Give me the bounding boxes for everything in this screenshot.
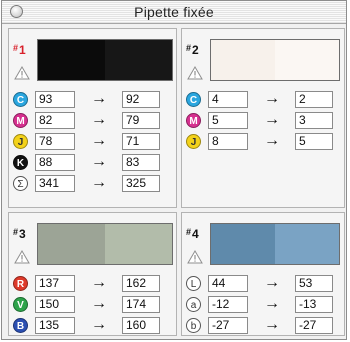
before-value: 82 bbox=[35, 112, 75, 129]
yellow-channel-icon: J bbox=[13, 134, 28, 149]
value-row: a -12 → -13 bbox=[184, 295, 344, 316]
warning-icon bbox=[14, 66, 30, 80]
after-value: 5 bbox=[295, 133, 333, 150]
value-row: C 93 → 92 bbox=[11, 90, 171, 111]
sampler-number: #4 bbox=[186, 227, 199, 241]
after-value: 325 bbox=[122, 175, 160, 192]
a-channel-icon: a bbox=[186, 297, 201, 312]
arrow-icon: → bbox=[91, 90, 107, 107]
after-value: 2 bbox=[295, 91, 333, 108]
red-channel-icon: R bbox=[13, 276, 28, 291]
before-value: -12 bbox=[208, 296, 248, 313]
arrow-icon: → bbox=[264, 316, 280, 333]
cyan-channel-icon: C bbox=[186, 92, 201, 107]
arrow-icon: → bbox=[264, 295, 280, 312]
before-value: 4 bbox=[208, 91, 248, 108]
before-value: 135 bbox=[35, 317, 75, 334]
sampler-panel-3: #3 R 137 → 162 V 150 → 174 B 135 → 160 bbox=[8, 212, 177, 336]
pipette-window: Pipette fixée #1 C 93 → 92 M 82 → 79 J 78 → 71 K 88 → 8… bbox=[1, 0, 347, 340]
swatch-after bbox=[275, 224, 339, 264]
sampler-panel-2: #2 C 4 → 2 M 5 → 3 J 8 → 5 bbox=[181, 28, 345, 208]
before-value: 5 bbox=[208, 112, 248, 129]
after-value: 79 bbox=[122, 112, 160, 129]
value-row: R 137 → 162 bbox=[11, 274, 171, 295]
arrow-icon: → bbox=[91, 153, 107, 170]
warning-icon bbox=[187, 66, 203, 80]
title-bar[interactable]: Pipette fixée bbox=[2, 1, 346, 24]
before-value: 93 bbox=[35, 91, 75, 108]
color-swatch bbox=[210, 39, 340, 81]
after-value: 160 bbox=[122, 317, 160, 334]
warning-icon bbox=[14, 250, 30, 264]
b-channel-icon: b bbox=[186, 318, 201, 333]
value-row: B 135 → 160 bbox=[11, 316, 171, 337]
sampler-number: #1 bbox=[13, 43, 26, 57]
before-value: 44 bbox=[208, 275, 248, 292]
value-row: M 82 → 79 bbox=[11, 111, 171, 132]
value-row: V 150 → 174 bbox=[11, 295, 171, 316]
black-channel-icon: K bbox=[13, 155, 28, 170]
after-value: 83 bbox=[122, 154, 160, 171]
arrow-icon: → bbox=[264, 274, 280, 291]
magenta-channel-icon: M bbox=[186, 113, 201, 128]
sum-icon: Σ bbox=[13, 176, 28, 191]
arrow-icon: → bbox=[91, 111, 107, 128]
sampler-panel-1: #1 C 93 → 92 M 82 → 79 J 78 → 71 K 88 → 83 Σ 341 → 325 bbox=[8, 28, 177, 208]
after-value: 174 bbox=[122, 296, 160, 313]
arrow-icon: → bbox=[91, 274, 107, 291]
after-value: -27 bbox=[295, 317, 333, 334]
value-row: L 44 → 53 bbox=[184, 274, 344, 295]
swatch-before bbox=[211, 40, 275, 80]
yellow-channel-icon: J bbox=[186, 134, 201, 149]
color-swatch bbox=[37, 223, 173, 265]
warning-icon bbox=[187, 250, 203, 264]
value-row: M 5 → 3 bbox=[184, 111, 344, 132]
swatch-before bbox=[211, 224, 275, 264]
value-row: C 4 → 2 bbox=[184, 90, 344, 111]
after-value: 162 bbox=[122, 275, 160, 292]
swatch-before bbox=[38, 224, 105, 264]
after-value: -13 bbox=[295, 296, 333, 313]
after-value: 71 bbox=[122, 133, 160, 150]
arrow-icon: → bbox=[264, 132, 280, 149]
after-value: 53 bbox=[295, 275, 333, 292]
value-row: J 8 → 5 bbox=[184, 132, 344, 153]
before-value: 88 bbox=[35, 154, 75, 171]
arrow-icon: → bbox=[91, 132, 107, 149]
before-value: 137 bbox=[35, 275, 75, 292]
before-value: 150 bbox=[35, 296, 75, 313]
value-row: b -27 → -27 bbox=[184, 316, 344, 337]
arrow-icon: → bbox=[264, 90, 280, 107]
green-channel-icon: V bbox=[13, 297, 28, 312]
after-value: 3 bbox=[295, 112, 333, 129]
color-swatch bbox=[37, 39, 173, 81]
before-value: 78 bbox=[35, 133, 75, 150]
arrow-icon: → bbox=[264, 111, 280, 128]
color-swatch bbox=[210, 223, 340, 265]
swatch-after bbox=[105, 224, 172, 264]
magenta-channel-icon: M bbox=[13, 113, 28, 128]
after-value: 92 bbox=[122, 91, 160, 108]
swatch-before bbox=[38, 40, 105, 80]
before-value: 8 bbox=[208, 133, 248, 150]
before-value: 341 bbox=[35, 175, 75, 192]
before-value: -27 bbox=[208, 317, 248, 334]
arrow-icon: → bbox=[91, 174, 107, 191]
lightness-channel-icon: L bbox=[186, 276, 201, 291]
arrow-icon: → bbox=[91, 295, 107, 312]
cyan-channel-icon: C bbox=[13, 92, 28, 107]
value-row: Σ 341 → 325 bbox=[11, 174, 171, 195]
sampler-number: #3 bbox=[13, 227, 26, 241]
swatch-after bbox=[275, 40, 339, 80]
sampler-panel-4: #4 L 44 → 53 a -12 → -13 b -27 → -27 bbox=[181, 212, 345, 336]
sampler-number: #2 bbox=[186, 43, 199, 57]
arrow-icon: → bbox=[91, 316, 107, 333]
value-row: J 78 → 71 bbox=[11, 132, 171, 153]
blue-channel-icon: B bbox=[13, 318, 28, 333]
window-title: Pipette fixée bbox=[134, 4, 214, 20]
swatch-after bbox=[105, 40, 172, 80]
value-row: K 88 → 83 bbox=[11, 153, 171, 174]
